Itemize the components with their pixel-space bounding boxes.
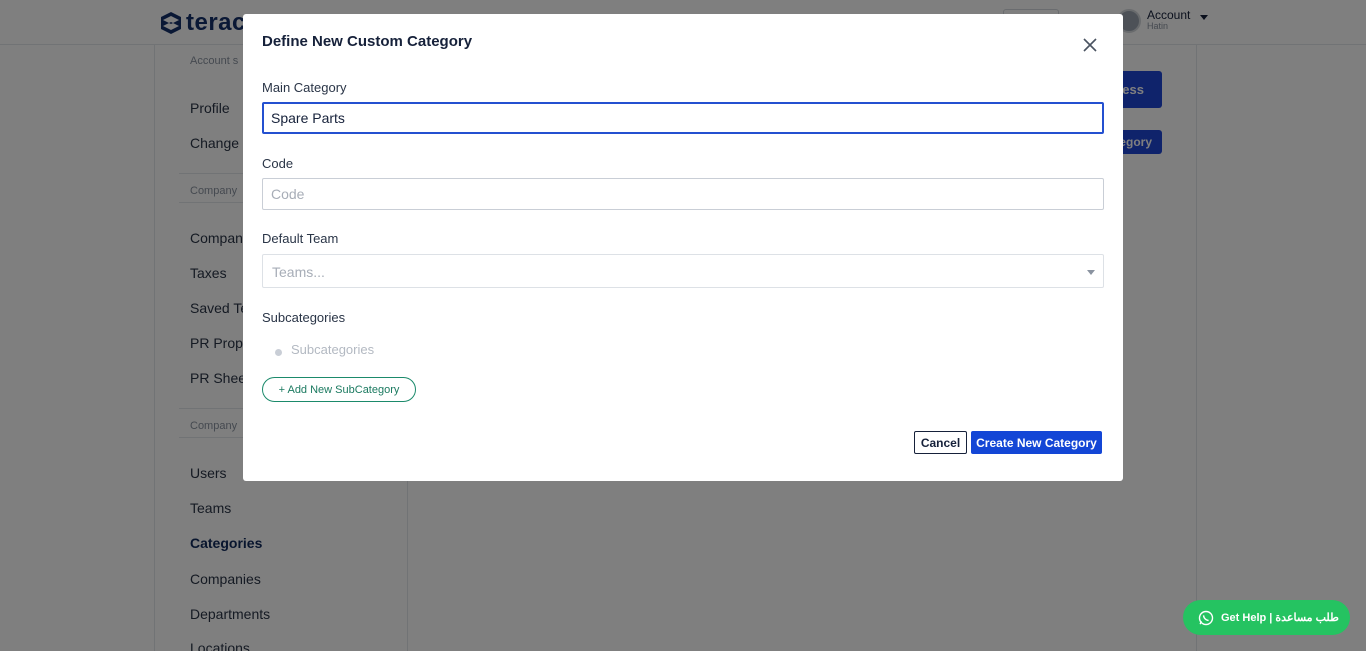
create-category-button[interactable]: Create New Category [971,431,1102,454]
default-team-placeholder: Teams... [272,264,325,280]
main-category-input[interactable] [262,102,1104,134]
code-input[interactable] [262,178,1104,210]
get-help-button[interactable]: Get Help | طلب مساعدة [1183,600,1350,635]
subcategory-bullet-icon [275,349,282,356]
chevron-down-icon [1087,270,1095,275]
main-category-label: Main Category [262,80,347,95]
add-subcategory-button[interactable]: + Add New SubCategory [262,377,416,402]
modal-title: Define New Custom Category [262,33,473,50]
close-icon[interactable] [1080,35,1100,55]
define-category-modal: Define New Custom Category Main Category… [243,14,1123,481]
whatsapp-icon [1198,610,1214,625]
get-help-label: Get Help | طلب مساعدة [1221,612,1339,624]
default-team-label: Default Team [262,231,339,246]
subcategories-empty-text: Subcategories [291,342,375,357]
subcategories-label: Subcategories [262,310,346,325]
code-label: Code [262,156,294,171]
cancel-button[interactable]: Cancel [914,431,967,454]
default-team-select[interactable]: Teams... [262,254,1104,288]
